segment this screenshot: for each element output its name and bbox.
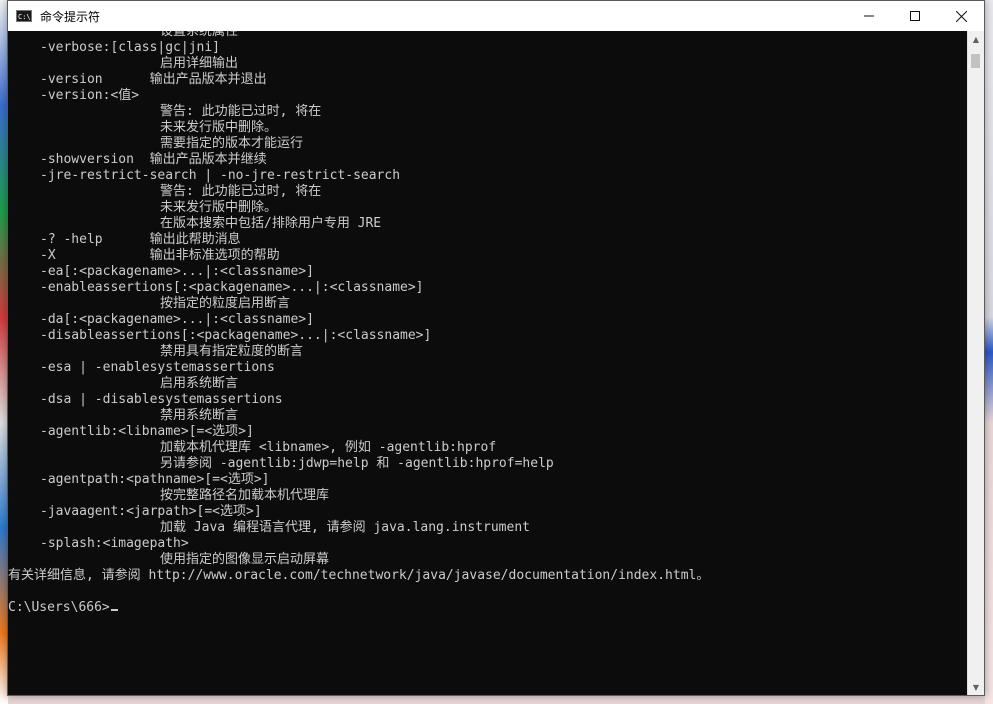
console-line-text: -splash:<imagepath> — [40, 536, 189, 551]
console-line-text: -da[:<packagename>...|:<classname>] — [40, 312, 314, 327]
console-line-text: -javaagent:<jarpath>[=<选项>] — [40, 504, 262, 519]
console-line: -esa | -enablesystemassertions — [8, 360, 969, 383]
text-cursor — [110, 609, 118, 611]
console-line-text: 未来发行版中删除。 — [160, 120, 278, 135]
console-line-text: 有关详细信息, 请参阅 http://www.oracle.com/techne… — [8, 568, 710, 583]
console-line-text: 在版本搜索中包括/排除用户专用 JRE — [160, 216, 382, 231]
cmd-app-icon: C:\ — [16, 10, 32, 22]
console-line-text: 未来发行版中删除。 — [160, 200, 278, 215]
console-line-text: 启用系统断言 — [160, 376, 239, 391]
console-line: -agentpath:<pathname>[=<选项>] — [8, 472, 969, 495]
close-button[interactable] — [938, 1, 984, 31]
console-line-text: 启用详细输出 — [160, 56, 239, 71]
console-line-text: -jre-restrict-search | -no-jre-restrict-… — [40, 168, 401, 183]
console-line-text: -agentpath:<pathname>[=<选项>] — [40, 472, 270, 487]
title-bar[interactable]: C:\ 命令提示符 — [8, 1, 984, 31]
console-line-text: -verbose:[class|gc|jni] — [40, 40, 221, 55]
window-controls — [846, 1, 984, 31]
console-line: -splash:<imagepath> — [8, 536, 969, 559]
maximize-icon — [910, 11, 920, 21]
console-line-text: 按完整路径名加载本机代理库 — [160, 488, 330, 503]
console-line-text: 加载本机代理库 <libname>, 例如 -agentlib:hprof — [160, 440, 497, 455]
console-line-text: -ea[:<packagename>...|:<classname>] — [40, 264, 314, 279]
console-line: -enableassertions[:<packagename>...|:<cl… — [8, 280, 969, 303]
scroll-up-arrow-icon[interactable]: ▲ — [968, 31, 984, 47]
console-line: -verbose:[class|gc|jni] — [8, 40, 969, 63]
minimize-icon — [864, 15, 874, 17]
console-line-text: 禁用系统断言 — [160, 408, 239, 423]
scrollbar-thumb[interactable] — [971, 54, 980, 68]
console-line: 警告: 此功能已过时, 将在 — [8, 104, 969, 127]
console-line: 有关详细信息, 请参阅 http://www.oracle.com/techne… — [8, 568, 969, 591]
maximize-button[interactable] — [892, 1, 938, 31]
cmd-window: C:\ 命令提示符 设置系统属性 -verbose:[class|gc|jni] 启… — [7, 0, 985, 696]
close-icon — [955, 10, 967, 22]
console-line-text: 禁用具有指定粒度的断言 — [160, 344, 304, 359]
console-line-text: -esa | -enablesystemassertions — [40, 360, 275, 375]
window-title: 命令提示符 — [40, 9, 101, 24]
console-line-text: -disableassertions[:<packagename>...|:<c… — [40, 328, 432, 343]
console-line-text: 使用指定的图像显示启动屏幕 — [160, 552, 330, 567]
console-line: -version:<值> — [8, 88, 969, 111]
console-line: -dsa | -disablesystemassertions — [8, 392, 969, 415]
console-line-text: 另请参阅 -agentlib:jdwp=help 和 -agentlib:hpr… — [160, 456, 554, 471]
vertical-scrollbar[interactable]: ▲ ▼ — [967, 31, 984, 695]
console-line-text: 警告: 此功能已过时, 将在 — [160, 184, 322, 199]
console-line-text: -dsa | -disablesystemassertions — [40, 392, 283, 407]
console-line-text: -X 输出非标准选项的帮助 — [40, 248, 280, 263]
console-line-text: -agentlib:<libname>[=<选项>] — [40, 424, 254, 439]
console-line-text: 按指定的粒度启用断言 — [160, 296, 291, 311]
console-line-text: 警告: 此功能已过时, 将在 — [160, 104, 322, 119]
console-line: C:\Users\666> — [8, 600, 969, 623]
console-output[interactable]: 设置系统属性 -verbose:[class|gc|jni] 启用详细输出 -vers… — [8, 31, 969, 695]
console-line: 未来发行版中删除。 — [8, 120, 969, 143]
console-line-text: -showversion 输出产品版本并继续 — [40, 152, 267, 167]
console-line-text: C:\Users\666> — [8, 600, 118, 616]
console-line: -jre-restrict-search | -no-jre-restrict-… — [8, 168, 969, 191]
minimize-button[interactable] — [846, 1, 892, 31]
console-line-text: -version 输出产品版本并退出 — [40, 72, 267, 87]
console-line-text: -? -help 输出此帮助消息 — [40, 232, 241, 247]
console-line-text: 需要指定的版本才能运行 — [160, 136, 304, 151]
console-line: -version 输出产品版本并退出 — [8, 72, 969, 95]
desktop-strip-right — [985, 0, 993, 704]
console-line-text: -enableassertions[:<packagename>...|:<cl… — [40, 280, 424, 295]
console-line-text: 设置系统属性 — [160, 31, 239, 39]
console-line-text: -version:<值> — [40, 88, 140, 103]
console-line: 警告: 此功能已过时, 将在 — [8, 184, 969, 207]
console-line: -disableassertions[:<packagename>...|:<c… — [8, 328, 969, 351]
scroll-down-arrow-icon[interactable]: ▼ — [968, 679, 984, 695]
console-line: 未来发行版中删除。 — [8, 200, 969, 223]
console-line-text: 加载 Java 编程语言代理, 请参阅 java.lang.instrument — [160, 520, 530, 535]
